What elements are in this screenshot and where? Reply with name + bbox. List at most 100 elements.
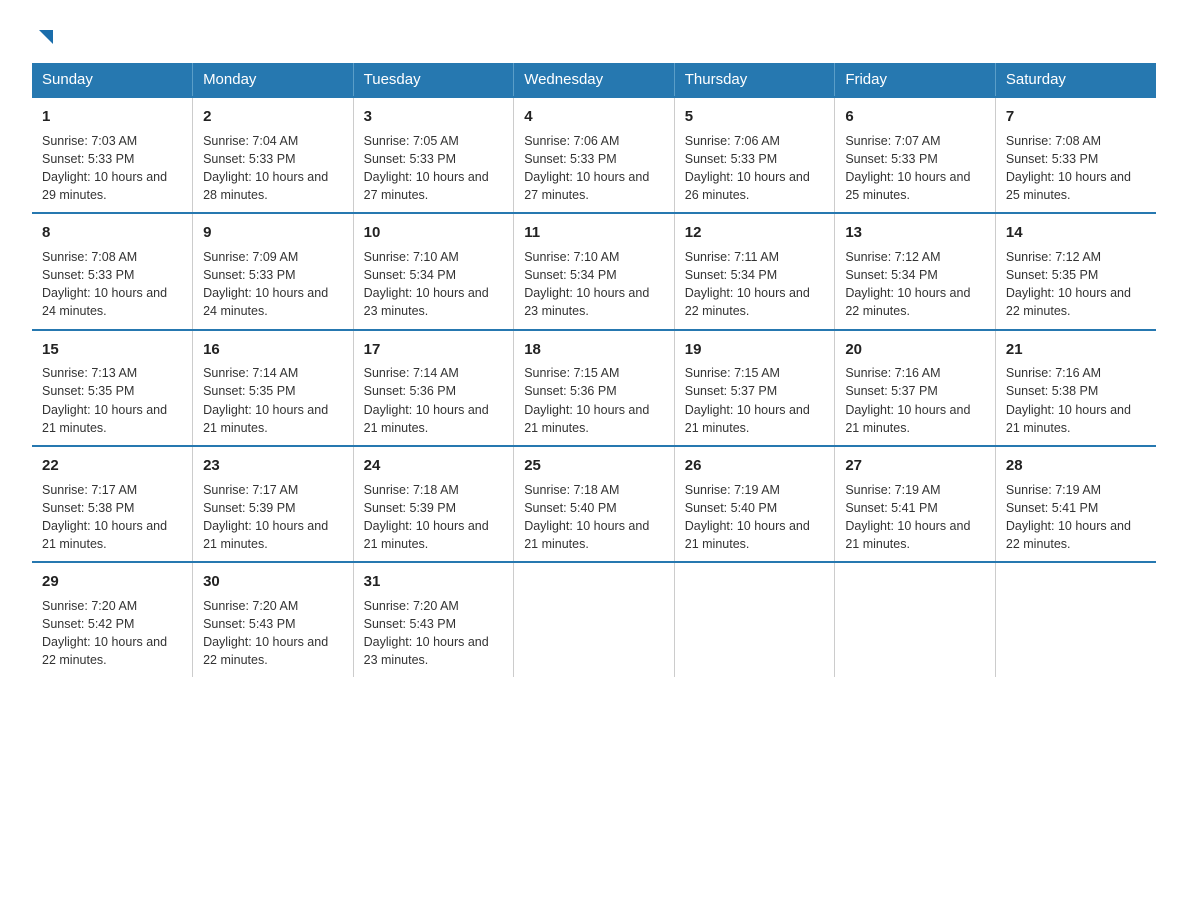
sunset-label: Sunset: 5:41 PM <box>845 501 937 515</box>
daylight-label: Daylight: 10 hours and 22 minutes. <box>1006 519 1131 551</box>
sunset-label: Sunset: 5:37 PM <box>845 384 937 398</box>
sunrise-label: Sunrise: 7:10 AM <box>364 250 459 264</box>
day-number: 25 <box>524 455 664 477</box>
sunrise-label: Sunrise: 7:12 AM <box>845 250 940 264</box>
header-tuesday: Tuesday <box>353 63 514 97</box>
calendar-cell: 7Sunrise: 7:08 AMSunset: 5:33 PMDaylight… <box>995 97 1156 213</box>
sunrise-label: Sunrise: 7:18 AM <box>364 483 459 497</box>
daylight-label: Daylight: 10 hours and 22 minutes. <box>42 635 167 667</box>
day-info: Sunrise: 7:17 AMSunset: 5:38 PMDaylight:… <box>42 481 182 554</box>
calendar-cell: 11 Sunrise: 7:10 AMSunset: 5:34 PMDayligh… <box>514 213 675 329</box>
calendar-cell: 26Sunrise: 7:19 AMSunset: 5:40 PMDayligh… <box>674 446 835 562</box>
calendar-cell: 6Sunrise: 7:07 AMSunset: 5:33 PMDaylight… <box>835 97 996 213</box>
day-info: Sunrise: 7:08 AMSunset: 5:33 PMDaylight:… <box>42 248 182 321</box>
sunrise-label: Sunrise: 7:11 AM <box>685 250 779 264</box>
day-number: 11 <box>524 222 664 244</box>
day-info: Sunrise: 7:06 AMSunset: 5:33 PMDaylight:… <box>524 132 664 205</box>
daylight-label: Daylight: 10 hours and 21 minutes. <box>203 519 328 551</box>
day-info: Sunrise: 7:04 AMSunset: 5:33 PMDaylight:… <box>203 132 343 205</box>
day-info: Sunrise: 7:10 AMSunset: 5:34 PMDaylight:… <box>364 248 504 321</box>
day-info: Sunrise: 7:15 AMSunset: 5:37 PMDaylight:… <box>685 364 825 437</box>
header-friday: Friday <box>835 63 996 97</box>
calendar-cell <box>514 562 675 677</box>
sunrise-label: Sunrise: 7:06 AM <box>685 134 780 148</box>
sunset-label: Sunset: 5:33 PM <box>364 152 456 166</box>
daylight-label: Daylight: 10 hours and 21 minutes. <box>845 519 970 551</box>
day-info: Sunrise: 7:20 AMSunset: 5:43 PMDaylight:… <box>203 597 343 670</box>
day-info: Sunrise: 7:16 AM Sunset: 5:37 PM Daylight:… <box>845 364 985 437</box>
sunset-label: Sunset: 5:43 PM <box>364 617 456 631</box>
calendar-cell: 31Sunrise: 7:20 AMSunset: 5:43 PMDayligh… <box>353 562 514 677</box>
day-info: Sunrise: 7:03 AMSunset: 5:33 PMDaylight:… <box>42 132 182 205</box>
calendar-cell: 1 Sunrise: 7:03 AMSunset: 5:33 PMDaylight… <box>32 97 193 213</box>
day-number: 24 <box>364 455 504 477</box>
logo-triangle-icon <box>35 26 57 48</box>
day-info: Sunrise: 7:19 AMSunset: 5:41 PMDaylight:… <box>1006 481 1146 554</box>
sunrise-label: Sunrise: 7:10 AM <box>524 250 619 264</box>
daylight-label: Daylight: 10 hours and 27 minutes. <box>524 170 649 202</box>
daylight-label: Daylight: 10 hours and 21 minutes. <box>364 403 489 435</box>
daylight-label: Daylight: 10 hours and 21 minutes. <box>42 403 167 435</box>
sunset-label: Sunset: 5:41 PM <box>1006 501 1098 515</box>
daylight-label: Daylight: 10 hours and 23 minutes. <box>524 286 649 318</box>
daylight-label: Daylight: 10 hours and 21 minutes. <box>364 519 489 551</box>
sunset-label: Sunset: 5:35 PM <box>203 384 295 398</box>
day-number: 21 <box>1006 339 1146 361</box>
day-number: 1 <box>42 106 182 128</box>
day-number: 8 <box>42 222 182 244</box>
daylight-label: Daylight: 10 hours and 26 minutes. <box>685 170 810 202</box>
calendar-cell: 15Sunrise: 7:13 AMSunset: 5:35 PMDayligh… <box>32 330 193 446</box>
day-info: Sunrise: 7:12 AMSunset: 5:34 PMDaylight:… <box>845 248 985 321</box>
calendar-cell: 9Sunrise: 7:09 AMSunset: 5:33 PMDaylight… <box>193 213 354 329</box>
sunrise-label: Sunrise: 7:03 AM <box>42 134 137 148</box>
daylight-label: Daylight: 10 hours and 21 minutes. <box>685 403 810 435</box>
sunset-label: Sunset: 5:38 PM <box>1006 384 1098 398</box>
sunrise-label: Sunrise: 7:14 AM <box>203 366 298 380</box>
week-row-4: 22 Sunrise: 7:17 AMSunset: 5:38 PMDayligh… <box>32 446 1156 562</box>
daylight-label: Daylight: 10 hours and 22 minutes. <box>203 635 328 667</box>
calendar-cell: 8 Sunrise: 7:08 AMSunset: 5:33 PMDaylight… <box>32 213 193 329</box>
daylight-label: Daylight: 10 hours and 22 minutes. <box>685 286 810 318</box>
sunrise-label: Sunrise: 7:20 AM <box>364 599 459 613</box>
calendar-cell <box>674 562 835 677</box>
day-number: 18 <box>524 339 664 361</box>
day-info: Sunrise: 7:10 AMSunset: 5:34 PMDaylight:… <box>524 248 664 321</box>
sunset-label: Sunset: 5:33 PM <box>685 152 777 166</box>
day-info: Sunrise: 7:20 AMSunset: 5:43 PMDaylight:… <box>364 597 504 670</box>
sunrise-label: Sunrise: 7:16 AM <box>1006 366 1101 380</box>
sunrise-label: Sunrise: 7:08 AM <box>42 250 137 264</box>
sunrise-label: Sunrise: 7:17 AM <box>203 483 298 497</box>
calendar-cell: 18Sunrise: 7:15 AMSunset: 5:36 PMDayligh… <box>514 330 675 446</box>
calendar-cell: 10Sunrise: 7:10 AMSunset: 5:34 PMDayligh… <box>353 213 514 329</box>
week-row-3: 15Sunrise: 7:13 AMSunset: 5:35 PMDayligh… <box>32 330 1156 446</box>
sunset-label: Sunset: 5:33 PM <box>1006 152 1098 166</box>
calendar-cell: 3Sunrise: 7:05 AMSunset: 5:33 PMDaylight… <box>353 97 514 213</box>
day-info: Sunrise: 7:20 AMSunset: 5:42 PMDaylight:… <box>42 597 182 670</box>
day-info: Sunrise: 7:18 AMSunset: 5:39 PMDaylight:… <box>364 481 504 554</box>
day-number: 22 <box>42 455 182 477</box>
day-info: Sunrise: 7:19 AMSunset: 5:40 PMDaylight:… <box>685 481 825 554</box>
sunrise-label: Sunrise: 7:16 AM <box>845 366 940 380</box>
day-number: 19 <box>685 339 825 361</box>
sunset-label: Sunset: 5:33 PM <box>845 152 937 166</box>
sunrise-label: Sunrise: 7:05 AM <box>364 134 459 148</box>
sunset-label: Sunset: 5:34 PM <box>364 268 456 282</box>
day-number: 2 <box>203 106 343 128</box>
calendar-cell: 25Sunrise: 7:18 AMSunset: 5:40 PMDayligh… <box>514 446 675 562</box>
sunrise-label: Sunrise: 7:06 AM <box>524 134 619 148</box>
week-row-5: 29Sunrise: 7:20 AMSunset: 5:42 PMDayligh… <box>32 562 1156 677</box>
week-row-1: 1Sunrise: 7:03 AMSunset: 5:33 PMDaylight… <box>32 97 1156 213</box>
sunset-label: Sunset: 5:40 PM <box>524 501 616 515</box>
sunset-label: Sunset: 5:35 PM <box>42 384 134 398</box>
day-info: Sunrise: 7:07 AMSunset: 5:33 PMDaylight:… <box>845 132 985 205</box>
daylight-label: Daylight: 10 hours and 21 minutes. <box>524 403 649 435</box>
day-info: Sunrise: 7:16 AM Sunset: 5:38 PM Daylight:… <box>1006 364 1146 437</box>
sunset-label: Sunset: 5:37 PM <box>685 384 777 398</box>
sunrise-label: Sunrise: 7:19 AM <box>685 483 780 497</box>
week-row-2: 8 Sunrise: 7:08 AMSunset: 5:33 PMDaylight… <box>32 213 1156 329</box>
daylight-label: Daylight: 10 hours and 24 minutes. <box>203 286 328 318</box>
daylight-label: Daylight: 10 hours and 21 minutes. <box>845 403 970 435</box>
daylight-label: Daylight: 10 hours and 21 minutes. <box>1006 403 1131 435</box>
calendar-cell: 5Sunrise: 7:06 AMSunset: 5:33 PMDaylight… <box>674 97 835 213</box>
calendar-cell: 27Sunrise: 7:19 AMSunset: 5:41 PMDayligh… <box>835 446 996 562</box>
